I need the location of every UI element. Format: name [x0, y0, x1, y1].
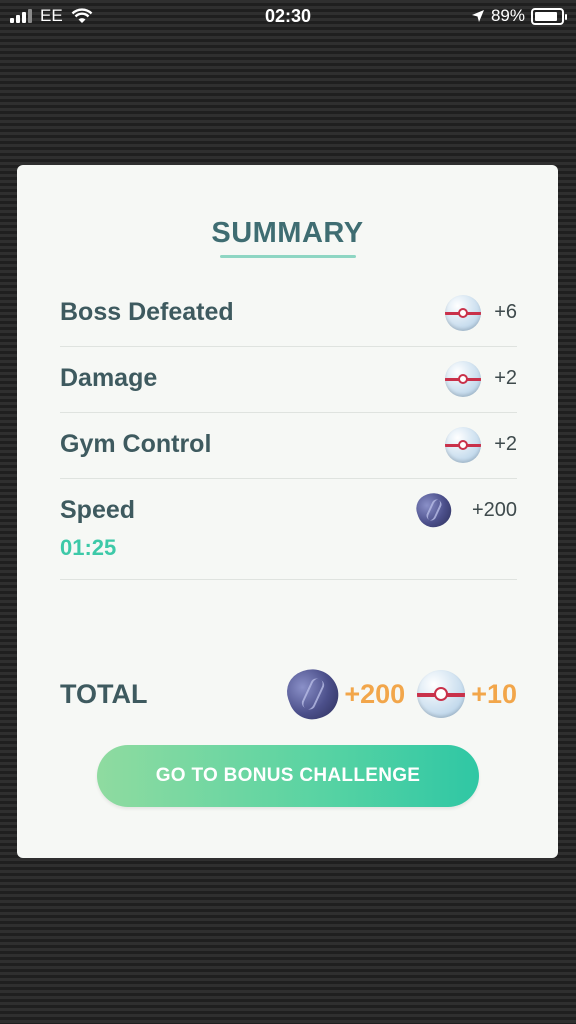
total-balls: +10	[471, 678, 517, 709]
battery-icon	[531, 7, 567, 25]
bonus-challenge-button[interactable]: GO TO BONUS CHALLENGE	[97, 745, 479, 807]
page-title: SUMMARY	[211, 217, 364, 249]
total-label: TOTAL	[60, 679, 148, 709]
total-row: TOTAL +200 +10	[60, 661, 517, 727]
battery-percent: 89%	[490, 6, 525, 25]
battery-fill	[535, 11, 558, 21]
row-label: Boss Defeated	[60, 298, 234, 326]
total-values: +200 +10	[281, 661, 517, 727]
reward-row-boss-defeated: Boss Defeated +6	[60, 281, 517, 347]
row-label: Damage	[60, 364, 158, 392]
rare-candy-icon	[281, 661, 346, 727]
row-reward: +200	[471, 499, 517, 521]
reward-row-damage: Damage +2	[60, 347, 517, 413]
reward-row-speed: Speed 01:25 +200	[60, 479, 517, 580]
row-reward: +2	[494, 433, 517, 455]
status-right: 89%	[471, 6, 567, 26]
premier-ball-icon	[445, 295, 481, 331]
premier-ball-icon	[445, 427, 481, 463]
row-reward: +2	[494, 367, 517, 389]
premier-ball-icon	[417, 670, 466, 718]
title-underline	[220, 255, 356, 258]
speed-time: 01:25	[60, 535, 117, 560]
rare-candy-icon	[412, 488, 456, 532]
summary-card: SUMMARY Boss Defeated +6 Damage +2 Gym C…	[17, 165, 558, 858]
location-arrow-icon	[471, 10, 484, 22]
total-candy: +200	[344, 678, 406, 709]
reward-row-gym-control: Gym Control +2	[60, 413, 517, 479]
row-label: Gym Control	[60, 430, 212, 458]
status-bar: EE 02:30 89%	[0, 0, 576, 34]
row-reward: +6	[494, 301, 517, 323]
premier-ball-icon	[445, 361, 481, 397]
row-label: Speed	[60, 496, 136, 524]
